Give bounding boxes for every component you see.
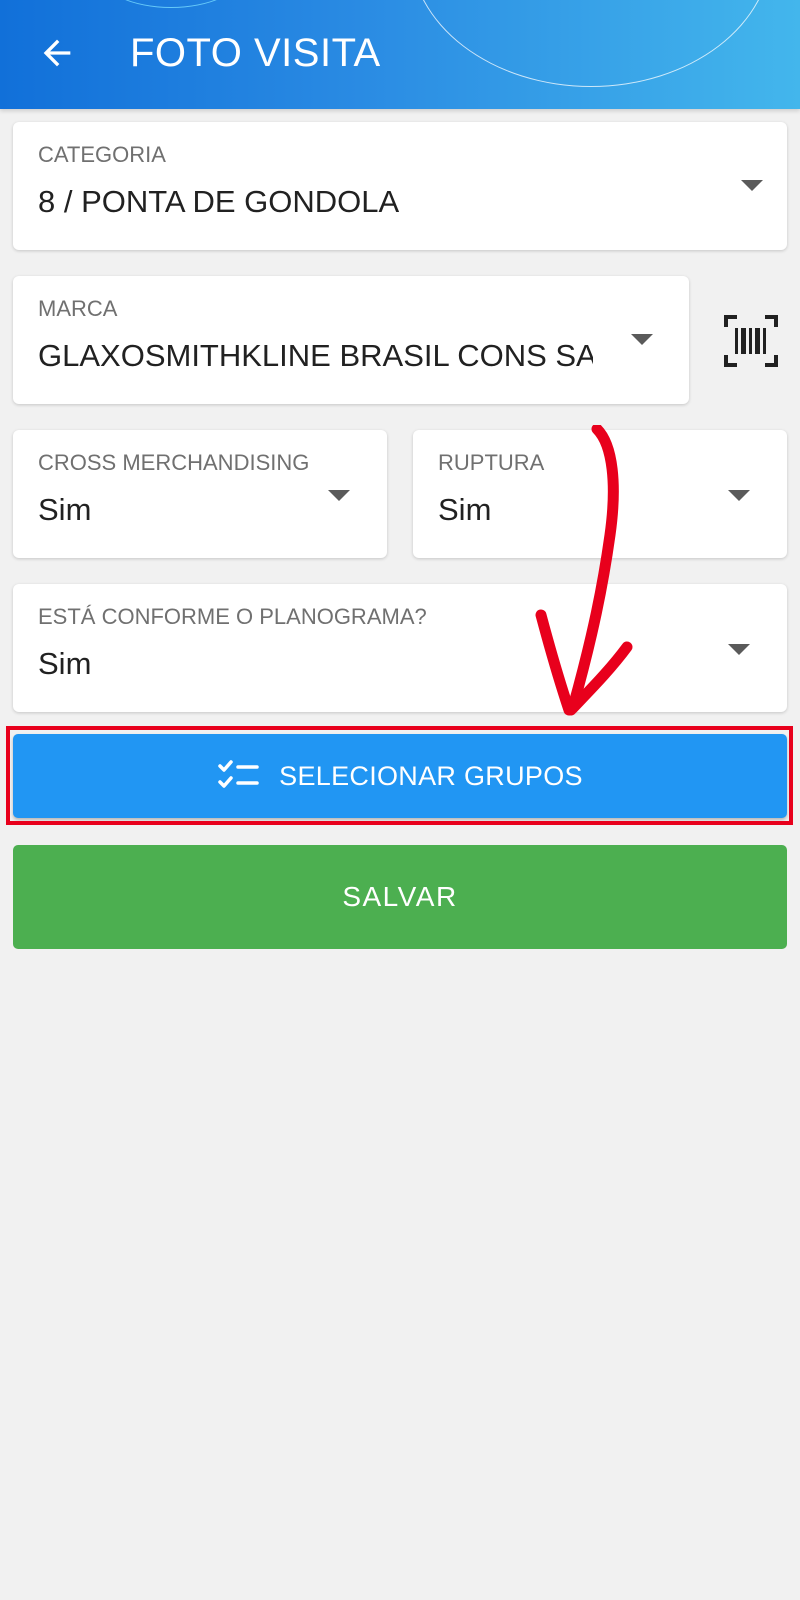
chevron-down-icon (631, 334, 653, 345)
categoria-value: 8 / PONTA DE GONDOLA (38, 184, 400, 219)
marca-label: MARCA (38, 296, 118, 321)
header-decoration-circle (100, 0, 242, 8)
chevron-down-icon (741, 180, 763, 191)
marca-select[interactable]: MARCA GLAXOSMITHKLINE BRASIL CONS SAU (13, 276, 689, 404)
chevron-down-icon (728, 644, 750, 655)
ruptura-value: Sim (438, 492, 492, 527)
back-button[interactable] (30, 26, 84, 80)
app-bar: FOTO VISITA (0, 0, 800, 109)
ruptura-label: RUPTURA (438, 450, 545, 475)
page-title: FOTO VISITA (130, 31, 381, 75)
select-groups-label: SELECIONAR GRUPOS (279, 760, 583, 791)
cross-merchandising-label: CROSS MERCHANDISING (38, 450, 310, 475)
planograma-select[interactable]: ESTÁ CONFORME O PLANOGRAMA? Sim (13, 584, 787, 712)
categoria-select[interactable]: CATEGORIA 8 / PONTA DE GONDOLA (13, 122, 787, 250)
save-label: SALVAR (342, 881, 458, 912)
marca-value: GLAXOSMITHKLINE BRASIL CONS SAU (38, 338, 593, 373)
checklist-icon (217, 760, 261, 792)
planograma-value: Sim (38, 646, 92, 681)
chevron-down-icon (328, 490, 350, 501)
cross-merchandising-value: Sim (38, 492, 92, 527)
cross-merchandising-select[interactable]: CROSS MERCHANDISING Sim (13, 430, 387, 558)
planograma-label: ESTÁ CONFORME O PLANOGRAMA? (38, 604, 427, 629)
chevron-down-icon (728, 490, 750, 501)
categoria-label: CATEGORIA (38, 142, 166, 167)
barcode-scan-button[interactable] (723, 313, 779, 369)
barcode-scan-icon (724, 315, 778, 367)
select-groups-button[interactable]: SELECIONAR GRUPOS (13, 734, 787, 818)
header-decoration-circle (410, 0, 772, 87)
arrow-left-icon (43, 39, 71, 67)
ruptura-select[interactable]: RUPTURA Sim (413, 430, 787, 558)
save-button[interactable]: SALVAR (13, 845, 787, 949)
